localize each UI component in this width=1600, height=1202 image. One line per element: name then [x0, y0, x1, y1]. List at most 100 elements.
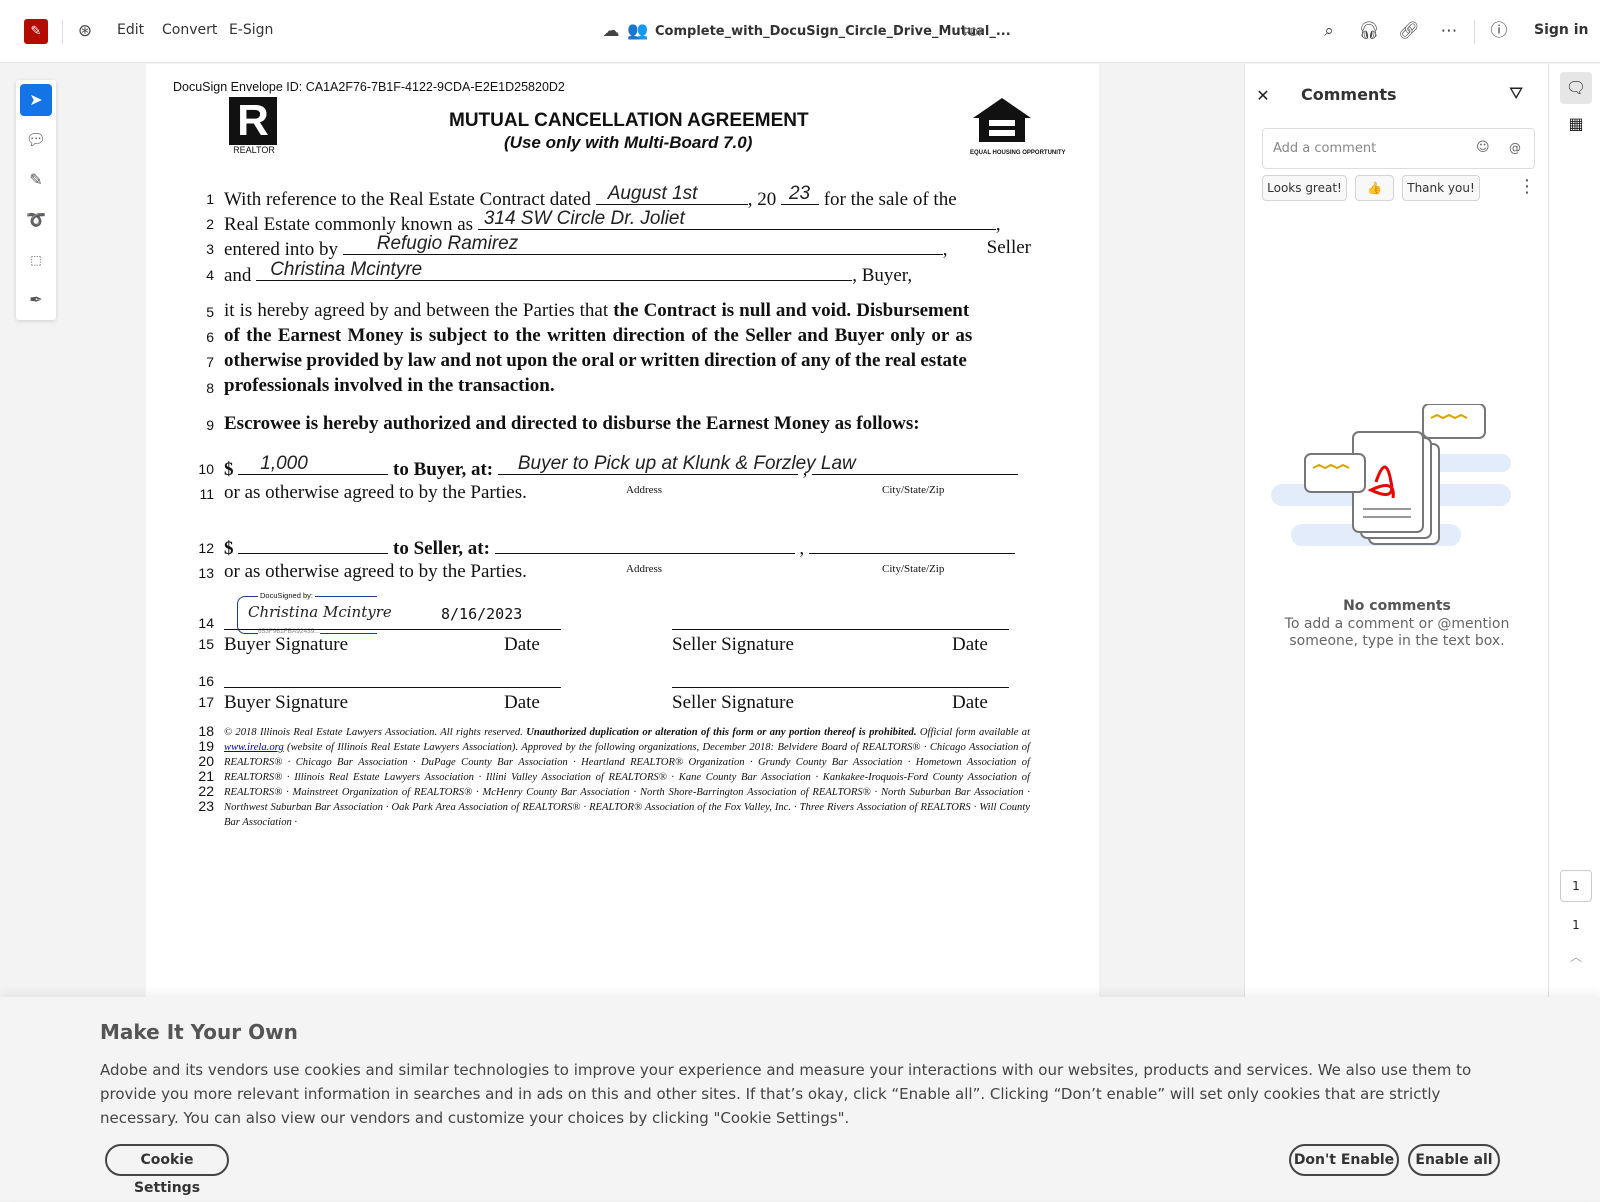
filter-icon[interactable]: ⛛ — [1509, 84, 1523, 104]
contract-line-12: $ to Seller, at: , — [224, 536, 1015, 560]
menu-convert[interactable]: Convert — [162, 22, 217, 38]
seller-address-field[interactable] — [494, 536, 795, 554]
field-value: Christina Mcintyre — [270, 259, 423, 280]
text: $ — [224, 538, 234, 559]
close-icon[interactable]: ✕ — [1253, 86, 1273, 105]
page-number-input[interactable]: 1 — [1560, 870, 1592, 902]
buyer-name-field[interactable]: Christina Mcintyre — [256, 259, 853, 281]
contract-line-6: of the Earnest Money is subject to the w… — [224, 325, 973, 346]
quick-reply-thumbs-up[interactable]: 👍 — [1355, 175, 1394, 201]
irela-link[interactable]: www.irela.org — [224, 742, 284, 753]
link-icon[interactable]: 🔗︎ — [1398, 21, 1420, 41]
buyer-amount-field[interactable]: 1,000 — [238, 453, 389, 475]
date-label: Date — [504, 634, 540, 655]
contract-line-3: entered into by Refugio Ramirez, Seller — [224, 233, 1031, 261]
cookie-settings-button[interactable]: Cookie Settings — [105, 1144, 229, 1196]
dont-enable-button[interactable]: Don't Enable — [1289, 1144, 1399, 1176]
document-subtitle: (Use only with Multi-Board 7.0) — [504, 133, 753, 152]
text: for the sale of the — [823, 189, 957, 210]
previous-page-icon[interactable]: ︿ — [1560, 948, 1592, 965]
mention-icon[interactable]: @ — [1509, 141, 1521, 155]
equal-housing-logo: EQUAL HOUSING OPPORTUNITY — [970, 96, 1066, 157]
more-icon[interactable]: ⋯ — [1438, 21, 1460, 41]
buyer-city-state-zip-field[interactable] — [812, 457, 1019, 475]
sign-tool-icon[interactable]: ✒ — [20, 284, 52, 316]
file-name: Complete_with_DocuSign_Circle_Drive_Mutu… — [655, 24, 1011, 39]
contract-line-8: professionals involved in the transactio… — [224, 375, 555, 396]
contract-line-4: and Christina Mcintyre , Buyer, — [224, 259, 912, 287]
line-number: 21 — [198, 768, 214, 784]
enable-all-button[interactable]: Enable all — [1408, 1144, 1500, 1176]
line-number: 17 — [198, 694, 214, 710]
text: $ — [224, 459, 234, 480]
text: , — [995, 214, 1001, 235]
field-value: Buyer to Pick up at Klunk & Forzley Law — [517, 453, 856, 474]
text: the Contract is null and void. Disbursem… — [613, 300, 970, 321]
menu-esign[interactable]: E-Sign — [229, 22, 273, 38]
contract-line-7: otherwise provided by law and not upon t… — [224, 350, 967, 371]
date-label: Date — [952, 634, 988, 655]
draw-tool-icon[interactable]: ➰ — [20, 204, 52, 236]
buyer-signature-label: Buyer Signature — [224, 634, 349, 655]
no-comments-text: To add a comment or @mention someone, ty… — [1284, 616, 1510, 649]
text: © 2018 Illinois Real Estate Lawyers Asso… — [224, 727, 527, 738]
text: to Seller, at: — [393, 538, 490, 559]
line-number: 19 — [198, 738, 214, 754]
help-icon[interactable]: ⓘ — [1488, 21, 1510, 41]
line-number: 13 — [198, 565, 214, 581]
headphones-icon[interactable]: 🎧︎ — [1358, 21, 1380, 41]
property-address-field[interactable]: 314 SW Circle Dr. Joliet — [477, 208, 996, 230]
signature-line — [224, 629, 561, 630]
date-label: Date — [952, 692, 988, 713]
thumbnails-icon[interactable]: ▦ — [1560, 114, 1592, 133]
no-comments-title: No comments — [1343, 598, 1451, 614]
line-number: 22 — [198, 783, 214, 799]
text: , — [942, 239, 948, 260]
comment-tool-icon[interactable]: 💬︎ — [20, 124, 52, 156]
history-icon[interactable]: ⊛ — [74, 21, 96, 41]
line-number: 18 — [198, 723, 214, 739]
line-number: 7 — [206, 354, 214, 370]
line-number: 16 — [198, 673, 214, 689]
more-options-icon[interactable]: ⋮ — [1518, 176, 1536, 197]
field-value: 1,000 — [260, 453, 308, 474]
seller-city-state-zip-field[interactable] — [808, 536, 1015, 554]
buyer-signature: Christina Mcintyre — [248, 603, 392, 621]
cookie-title: Make It Your Own — [100, 1020, 298, 1044]
comments-panel-icon[interactable]: 🗨︎ — [1560, 72, 1592, 104]
line-number: 11 — [199, 486, 214, 502]
address-label: Address — [626, 563, 663, 575]
text: it is hereby agreed by and between the P… — [224, 300, 614, 321]
comments-title: Comments — [1301, 85, 1397, 104]
contract-line-11: or as otherwise agreed to by the Parties… — [224, 482, 527, 503]
highlight-tool-icon[interactable]: ✎ — [20, 164, 52, 196]
contract-date-field[interactable]: August 1st — [595, 183, 748, 205]
acrobat-logo[interactable]: ✎ — [24, 19, 48, 44]
divider — [62, 20, 63, 44]
search-icon[interactable]: ⌕ — [1318, 21, 1340, 41]
buyer-signature-label: Buyer Signature — [224, 692, 349, 713]
line-number: 23 — [198, 798, 214, 814]
line-number: 8 — [206, 380, 214, 396]
no-comments-illustration — [1271, 404, 1511, 546]
text-box-tool-icon[interactable]: ⬚ — [20, 244, 52, 276]
quick-reply-thank-you[interactable]: Thank you! — [1402, 175, 1480, 201]
emoji-icon[interactable]: ☺ — [1476, 140, 1490, 155]
comment-input[interactable]: Add a comment ☺ @ — [1262, 128, 1535, 169]
select-tool-icon[interactable]: ➤ — [20, 84, 52, 116]
quick-reply-looks-great[interactable]: Looks great! — [1262, 175, 1347, 201]
line-number: 1 — [206, 191, 214, 207]
seller-name-field[interactable]: Refugio Ramirez — [342, 233, 943, 255]
buyer-address-field[interactable]: Buyer to Pick up at Klunk & Forzley Law — [497, 453, 856, 475]
document-title: MUTUAL CANCELLATION AGREEMENT — [449, 110, 809, 131]
comments-panel: ✕ Comments ⛛ Add a comment ☺ @ Looks gre… — [1244, 64, 1548, 1000]
sign-in-link[interactable]: Sign in — [1534, 22, 1589, 38]
menu-edit[interactable]: Edit — [117, 22, 144, 38]
share-people-icon[interactable]: 👥 — [627, 21, 649, 41]
cookie-text: Adobe and its vendors use cookies and si… — [100, 1061, 1472, 1127]
year-field[interactable]: 23 — [780, 183, 819, 205]
text: , 20 — [747, 189, 777, 210]
signature-date: 8/16/2023 — [441, 605, 523, 623]
seller-amount-field[interactable] — [238, 536, 389, 554]
text: With reference to the Real Estate Contra… — [224, 189, 591, 210]
